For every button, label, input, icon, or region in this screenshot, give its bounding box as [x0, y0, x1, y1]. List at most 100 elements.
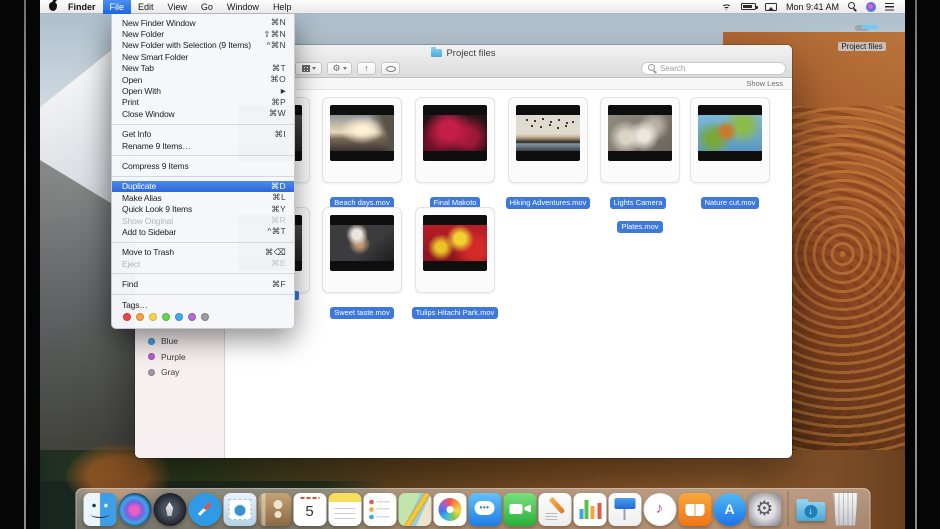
menu-view[interactable]: View	[161, 0, 194, 14]
menu-go[interactable]: Go	[194, 0, 220, 14]
dock-facetime-icon[interactable]	[503, 493, 536, 526]
dock-siri-icon[interactable]	[118, 493, 151, 526]
menu-window[interactable]: Window	[220, 0, 266, 14]
file-final-makoto-installation[interactable]: Final Makoto Installation.mov	[415, 97, 495, 183]
dock-pages-icon[interactable]	[538, 493, 571, 526]
menu-bar: Finder File Edit View Go Window Help	[40, 0, 905, 14]
file-name-label: Lights Camera Plates.mov	[593, 189, 687, 237]
menu-item-new-folder[interactable]: New Folder ⇧⌘N	[112, 28, 294, 39]
menu-item-new-folder-with-selection[interactable]: New Folder with Selection (9 Items) ^⌘N	[112, 40, 294, 51]
tag-orange[interactable]	[136, 313, 144, 321]
file-lights-camera-plates[interactable]: Lights Camera Plates.mov	[600, 97, 680, 183]
file-hiking-adventures[interactable]: Hiking Adventures.mov	[508, 97, 588, 183]
menu-edit[interactable]: Edit	[131, 0, 161, 14]
battery-icon[interactable]	[741, 3, 756, 10]
tag-red[interactable]	[123, 313, 131, 321]
file-sweet-taste[interactable]: Sweet taste.mov	[322, 207, 402, 293]
menu-item-rename[interactable]: Rename 9 Items…	[112, 140, 294, 151]
menu-item-tags[interactable]: Tags…	[112, 299, 294, 310]
menu-item-find[interactable]: Find ⌘F	[112, 278, 294, 289]
menu-item-duplicate[interactable]: Duplicate ⌘D	[112, 181, 294, 192]
dock-separator[interactable]	[787, 491, 788, 527]
file-name-label: Nature cut.mov	[683, 189, 777, 213]
menu-item-new-smart-folder[interactable]: New Smart Folder	[112, 51, 294, 62]
file-tulips-hitachi-park[interactable]: Tulips Hitachi Park.mov	[415, 207, 495, 293]
dock-photos-icon[interactable]	[433, 493, 466, 526]
file-name-label: Sweet taste.mov	[315, 299, 409, 323]
menu-separator[interactable]	[112, 176, 294, 177]
dock-finder-icon[interactable]	[83, 493, 116, 526]
menu-separator[interactable]	[112, 273, 294, 274]
tag-purple[interactable]	[188, 313, 196, 321]
spotlight-search-icon[interactable]	[848, 2, 857, 11]
menu-item-get-info[interactable]: Get Info ⌘I	[112, 129, 294, 140]
tag-blue[interactable]	[175, 313, 183, 321]
dock-calendar-icon[interactable]: 5	[293, 493, 326, 526]
display-mirroring-icon[interactable]	[765, 3, 777, 11]
menu-item-new-tab[interactable]: New Tab ⌘T	[112, 63, 294, 74]
video-thumbnail	[516, 105, 580, 161]
menu-help[interactable]: Help	[266, 0, 299, 14]
desktop: Project files Project files ⚙ ↑	[40, 0, 905, 529]
notification-center-icon[interactable]	[885, 3, 894, 11]
dock-contacts-icon[interactable]	[258, 493, 291, 526]
dock-maps-icon[interactable]	[398, 493, 431, 526]
menu-separator[interactable]	[112, 242, 294, 243]
dock-appstore-icon[interactable]: A	[713, 493, 746, 526]
menu-item-close-window[interactable]: Close Window ⌘W	[112, 108, 294, 119]
desktop-folder-label: Project files	[838, 42, 885, 51]
menu-finder[interactable]: Finder	[61, 0, 103, 14]
dock-reminders-icon[interactable]	[363, 493, 396, 526]
dock-ibooks-icon[interactable]	[678, 493, 711, 526]
dock-downloads-icon[interactable]: ↓	[794, 493, 827, 526]
menu-item-new-finder-window[interactable]: New Finder Window ⌘N	[112, 17, 294, 28]
video-frame: Project files Project files ⚙ ↑	[0, 0, 940, 529]
dock-safari-icon[interactable]	[188, 493, 221, 526]
video-thumbnail	[423, 215, 487, 271]
desktop-folder-project-files[interactable]: Project files	[832, 18, 892, 54]
dock-itunes-icon[interactable]: ♪	[643, 493, 676, 526]
menubar-status-area: Mon 9:41 AM	[721, 2, 905, 12]
file-beach-days[interactable]: Beach days.mov	[322, 97, 402, 183]
dock-keynote-icon[interactable]	[608, 493, 641, 526]
menu-separator[interactable]	[112, 155, 294, 156]
video-thumbnail	[608, 105, 672, 161]
menu-item-open-with[interactable]: Open With ▶	[112, 85, 294, 96]
file-name-label: Hiking Adventures.mov	[501, 189, 595, 213]
menubar-clock[interactable]: Mon 9:41 AM	[786, 2, 839, 12]
dock-mail-icon[interactable]	[223, 493, 256, 526]
dock: 5 •••	[75, 488, 870, 529]
menu-item-open[interactable]: Open ⌘O	[112, 74, 294, 85]
tag-green[interactable]	[162, 313, 170, 321]
video-thumbnail	[330, 105, 394, 161]
dock-messages-icon[interactable]: •••	[468, 493, 501, 526]
dock-launchpad-icon[interactable]	[153, 493, 186, 526]
menu-item-quick-look[interactable]: Quick Look 9 Items ⌘Y	[112, 203, 294, 214]
menu-item-show-original[interactable]: Show Original ⌘R	[112, 215, 294, 226]
wifi-icon[interactable]	[721, 3, 732, 11]
frame-edge-line-right	[915, 0, 917, 529]
video-thumbnail	[423, 105, 487, 161]
dock-trash-icon[interactable]	[829, 493, 862, 526]
tag-gray[interactable]	[201, 313, 209, 321]
apple-logo-icon[interactable]	[49, 2, 57, 11]
file-menu-items: New Finder Window ⌘N New Folder ⇧⌘N New …	[112, 17, 294, 310]
menu-item-eject[interactable]: Eject ⌘E	[112, 258, 294, 269]
dock-notes-icon[interactable]	[328, 493, 361, 526]
menu-separator[interactable]	[112, 294, 294, 295]
menu-separator[interactable]	[112, 124, 294, 125]
file-nature-cut[interactable]: Nature cut.mov	[690, 97, 770, 183]
menu-file[interactable]: File	[103, 0, 132, 14]
dock-numbers-icon[interactable]	[573, 493, 606, 526]
dock-sysprefs-icon[interactable]: ⚙	[748, 493, 781, 526]
menu-item-compress[interactable]: Compress 9 Items	[112, 160, 294, 171]
file-menu: New Finder Window ⌘N New Folder ⇧⌘N New …	[111, 14, 295, 329]
tag-yellow[interactable]	[149, 313, 157, 321]
menu-item-print[interactable]: Print ⌘P	[112, 97, 294, 108]
siri-icon[interactable]	[866, 2, 876, 12]
menu-item-make-alias[interactable]: Make Alias ⌘L	[112, 192, 294, 203]
menu-item-move-to-trash[interactable]: Move to Trash ⌘⌫	[112, 247, 294, 258]
video-thumbnail	[330, 215, 394, 271]
video-thumbnail	[698, 105, 762, 161]
menu-item-add-to-sidebar[interactable]: Add to Sidebar ^⌘T	[112, 226, 294, 237]
